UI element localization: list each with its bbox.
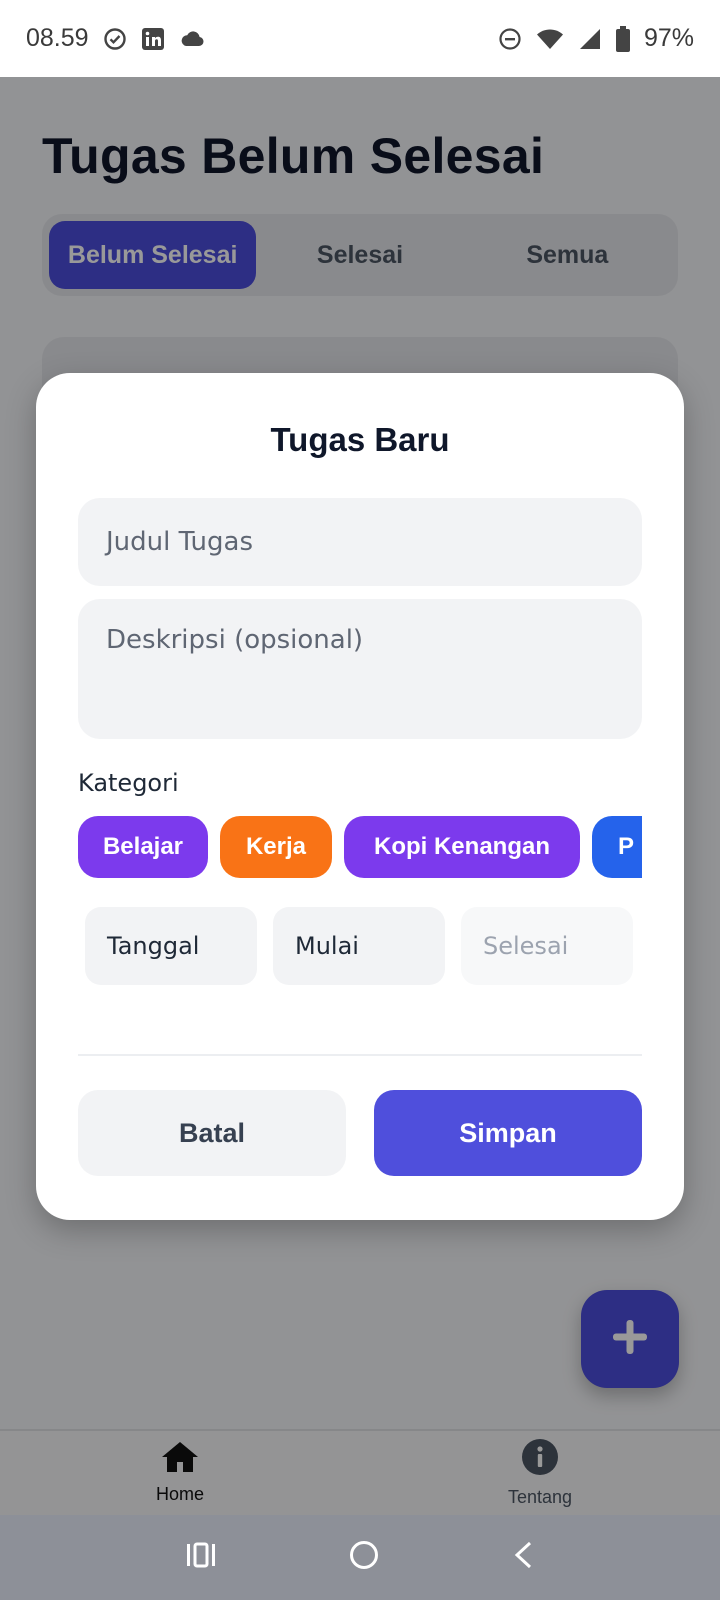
category-chips: Belajar Kerja Kopi Kenangan P [78, 816, 642, 880]
status-bar: 08.59 97% [0, 0, 720, 77]
battery-level: 97% [643, 24, 694, 52]
linkedin-icon [141, 27, 165, 51]
cloud-icon [179, 29, 205, 49]
battery-icon [615, 25, 630, 52]
save-button[interactable]: Simpan [374, 1090, 642, 1176]
new-task-dialog: Tugas Baru Judul Tugas Deskripsi (opsion… [36, 373, 684, 1220]
cell-signal-icon [578, 27, 602, 51]
dialog-divider [78, 1054, 642, 1056]
start-time-field[interactable]: Mulai [273, 907, 445, 985]
wifi-icon [536, 28, 564, 50]
status-time: 08.59 [26, 24, 89, 52]
category-label: Kategori [78, 769, 179, 797]
cancel-button[interactable]: Batal [78, 1090, 346, 1176]
home-circle-icon[interactable] [349, 1540, 379, 1575]
do-not-disturb-icon [498, 27, 522, 51]
recent-apps-icon[interactable] [186, 1542, 216, 1573]
end-time-field[interactable]: Selesai [461, 907, 633, 985]
check-circle-icon [103, 27, 127, 51]
task-title-input[interactable]: Judul Tugas [78, 498, 642, 586]
task-description-input[interactable]: Deskripsi (opsional) [78, 599, 642, 739]
category-chip-kerja[interactable]: Kerja [220, 816, 332, 878]
category-chip-p[interactable]: P [592, 816, 642, 878]
back-icon[interactable] [512, 1540, 534, 1575]
dialog-title: Tugas Baru [270, 421, 450, 458]
system-navigation-bar [0, 1515, 720, 1600]
category-chip-kopi-kenangan[interactable]: Kopi Kenangan [344, 816, 580, 878]
category-chip-belajar[interactable]: Belajar [78, 816, 208, 878]
date-picker-field[interactable]: Tanggal [85, 907, 257, 985]
